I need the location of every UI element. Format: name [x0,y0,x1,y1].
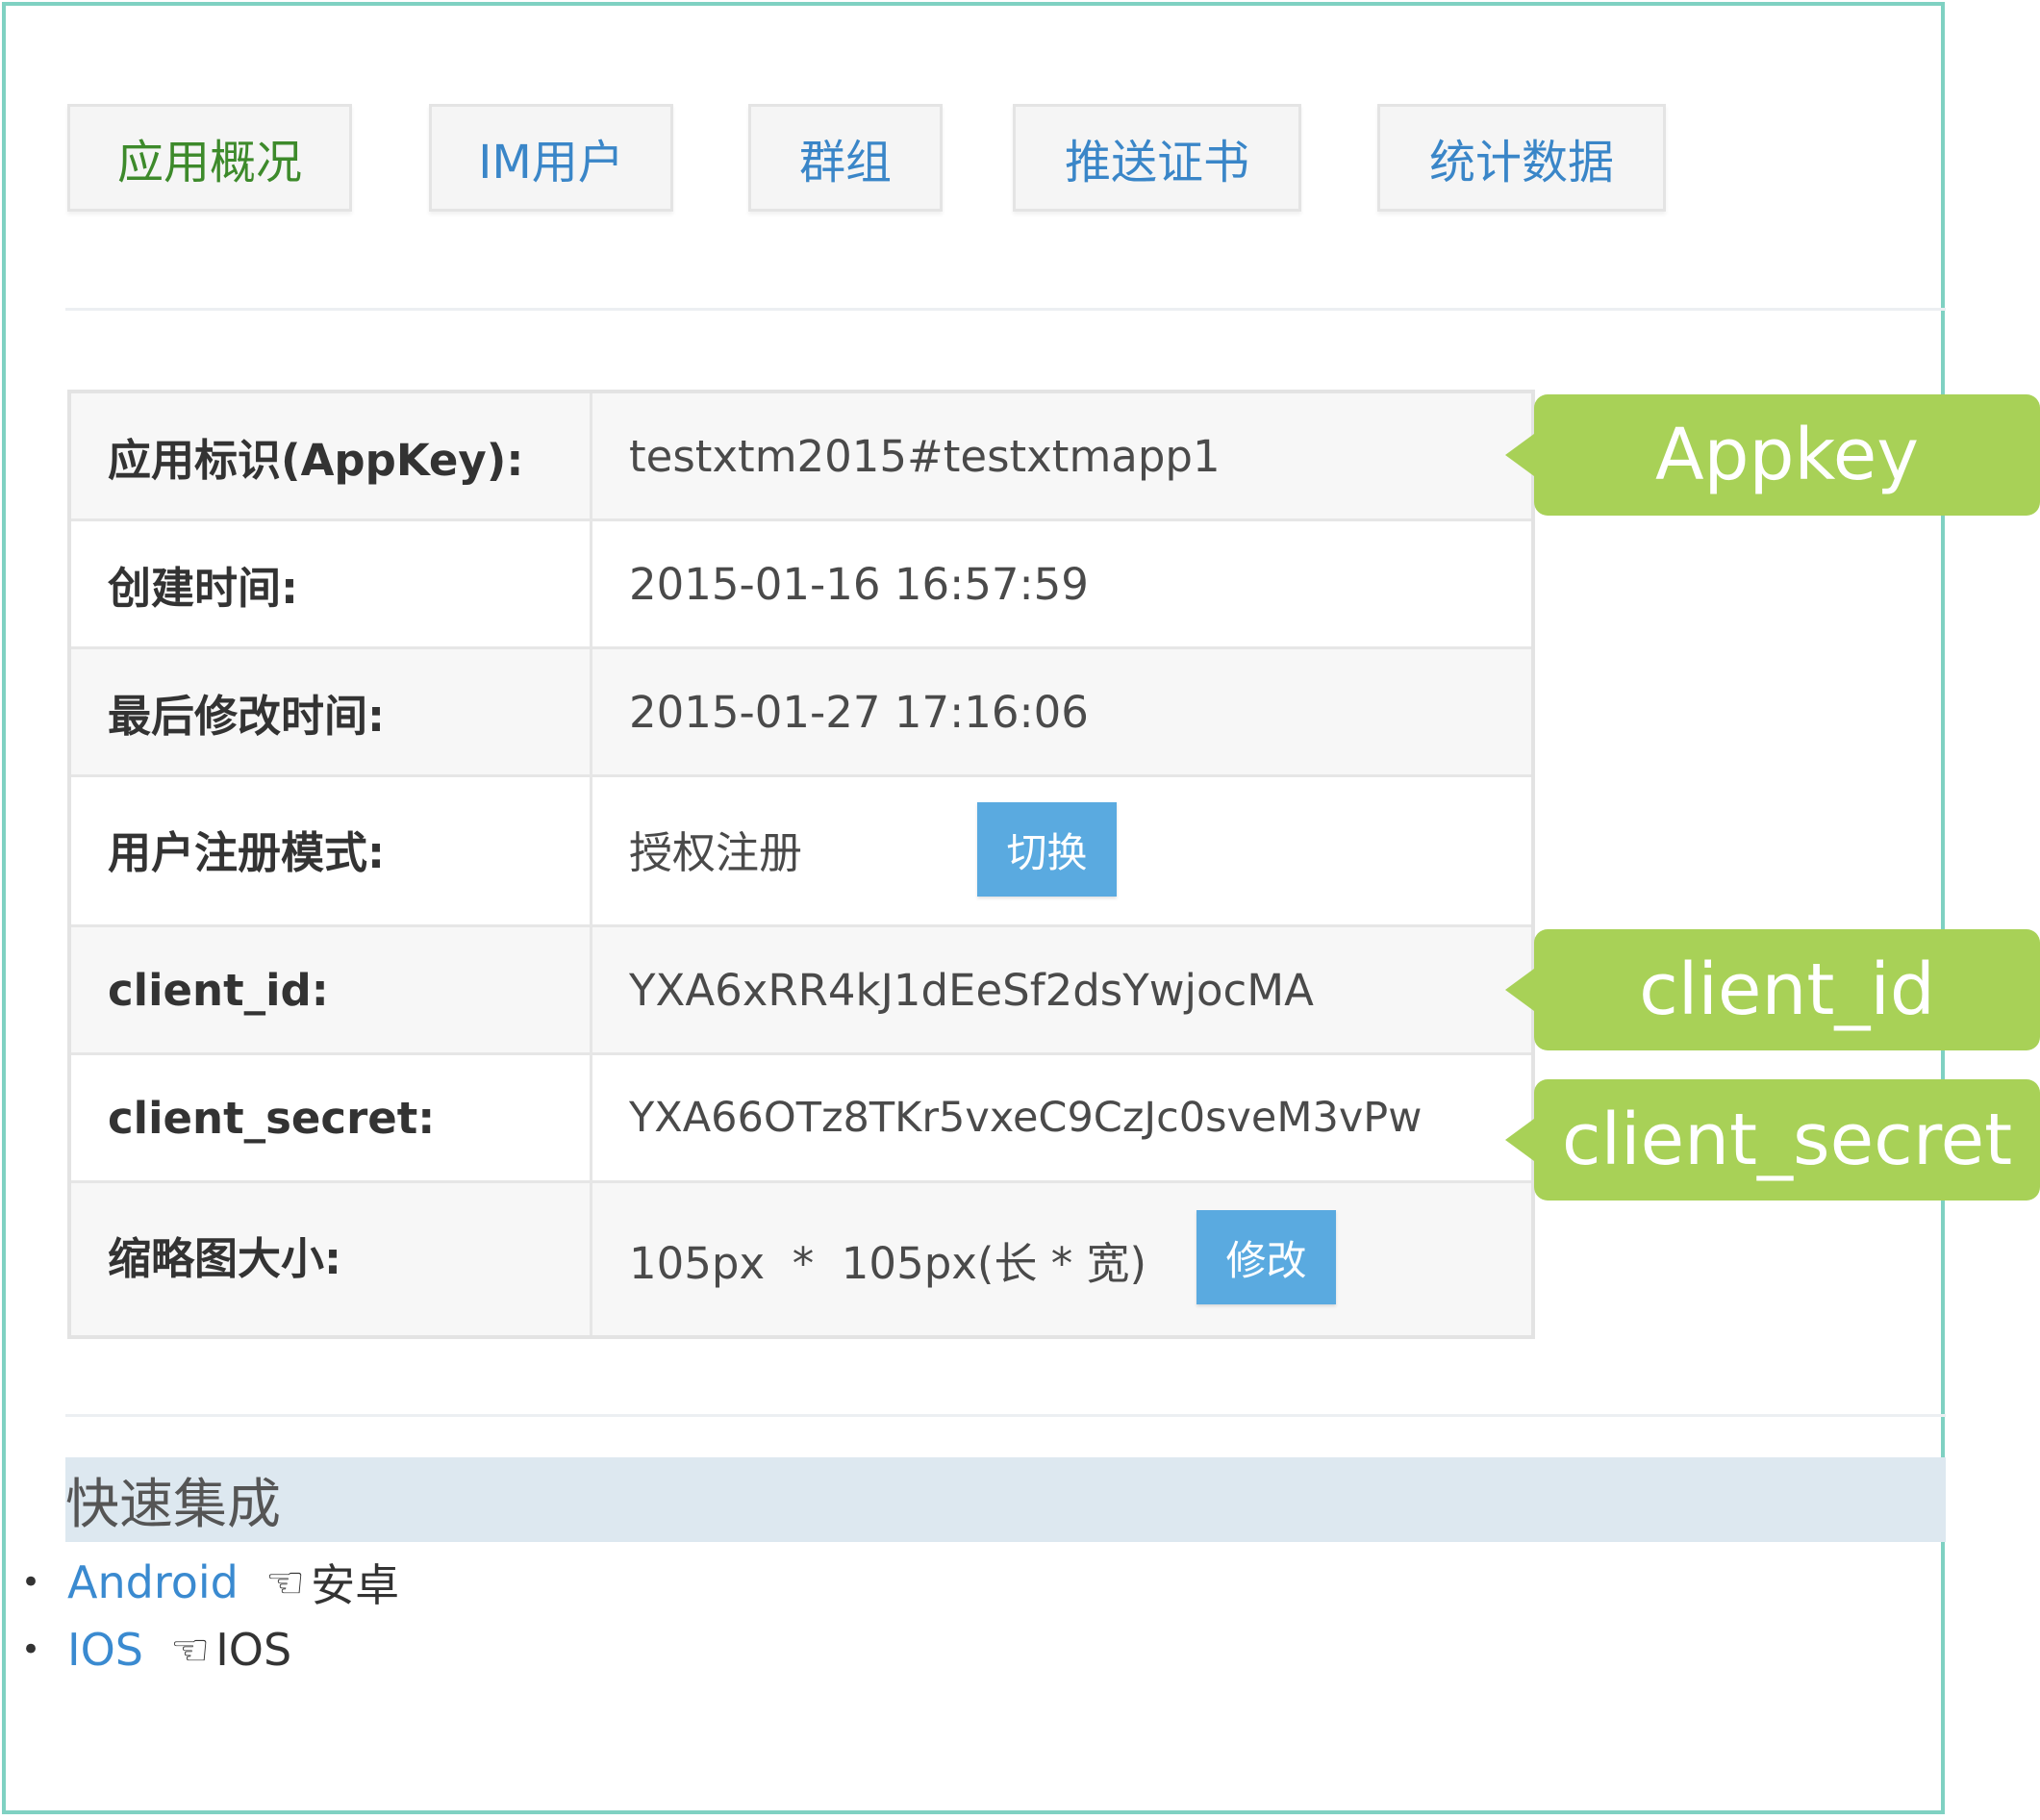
table-row: 创建时间: 2015-01-16 16:57:59 [71,521,1531,649]
ios-label: IOS [215,1624,292,1676]
tab-im-users[interactable]: IM用户 [429,104,673,212]
tab-statistics[interactable]: 统计数据 [1377,104,1666,212]
switch-button[interactable]: 切换 [977,802,1117,897]
thumbnail-size-label: 缩略图大小: [71,1183,592,1335]
app-info-table: 应用标识(AppKey): testxtm2015#testxtmapp1 创建… [67,390,1535,1339]
client-id-value: YXA6xRR4kJ1dEeSf2dsYwjocMA [629,964,1314,1016]
created-time-label: 创建时间: [71,521,592,646]
list-item: • Android ☜ 安卓 [21,1551,399,1614]
ios-link[interactable]: IOS [67,1624,143,1676]
created-time-value: 2015-01-16 16:57:59 [629,558,1089,610]
modified-time-label: 最后修改时间: [71,649,592,774]
client-secret-callout: client_secret [1505,1079,2040,1201]
hand-pointer-icon: ☜ [264,1556,306,1608]
bullet-icon: • [21,1630,41,1669]
appkey-label: 应用标识(AppKey): [71,393,592,518]
tab-app-overview[interactable]: 应用概况 [67,104,352,212]
table-row: 最后修改时间: 2015-01-27 17:16:06 [71,649,1531,777]
tab-push-certificates[interactable]: 推送证书 [1013,104,1301,212]
hand-pointer-icon: ☜ [169,1624,211,1676]
divider [65,308,1946,311]
quick-integration-header: 快速集成 [65,1457,1946,1542]
client-secret-label: client_secret: [71,1055,592,1180]
thumbnail-size-value: 105px * 105px(长 * 宽) [629,1237,1147,1289]
modify-button[interactable]: 修改 [1196,1210,1336,1304]
android-link[interactable]: Android [67,1556,239,1608]
table-row: client_secret: YXA66OTz8TKr5vxeC9CzJc0sv… [71,1055,1531,1183]
modified-time-value: 2015-01-27 17:16:06 [629,686,1089,738]
tab-groups[interactable]: 群组 [748,104,943,212]
client-secret-value: YXA66OTz8TKr5vxeC9CzJc0sveM3vPw [629,1094,1423,1142]
table-row: 缩略图大小: 105px * 105px(长 * 宽) 修改 [71,1183,1531,1335]
client-id-label: client_id: [71,927,592,1052]
appkey-callout: Appkey [1505,394,2040,516]
register-mode-cell: 授权注册 切换 [592,777,1531,924]
client-id-callout: client_id [1505,929,2040,1050]
table-row: 用户注册模式: 授权注册 切换 [71,777,1531,927]
table-row: client_id: YXA6xRR4kJ1dEeSf2dsYwjocMA [71,927,1531,1055]
android-label: 安卓 [311,1559,400,1611]
appkey-value: testxtm2015#testxtmapp1 [629,430,1221,482]
register-mode-value: 授权注册 [629,827,803,878]
register-mode-label: 用户注册模式: [71,777,592,924]
divider [65,1414,1946,1417]
thumbnail-size-cell: 105px * 105px(长 * 宽) 修改 [592,1183,1531,1335]
bullet-icon: • [21,1563,41,1602]
list-item: • IOS ☜ IOS [21,1624,291,1676]
quick-integration-title: 快速集成 [65,1473,281,1536]
table-row: 应用标识(AppKey): testxtm2015#testxtmapp1 [71,393,1531,521]
